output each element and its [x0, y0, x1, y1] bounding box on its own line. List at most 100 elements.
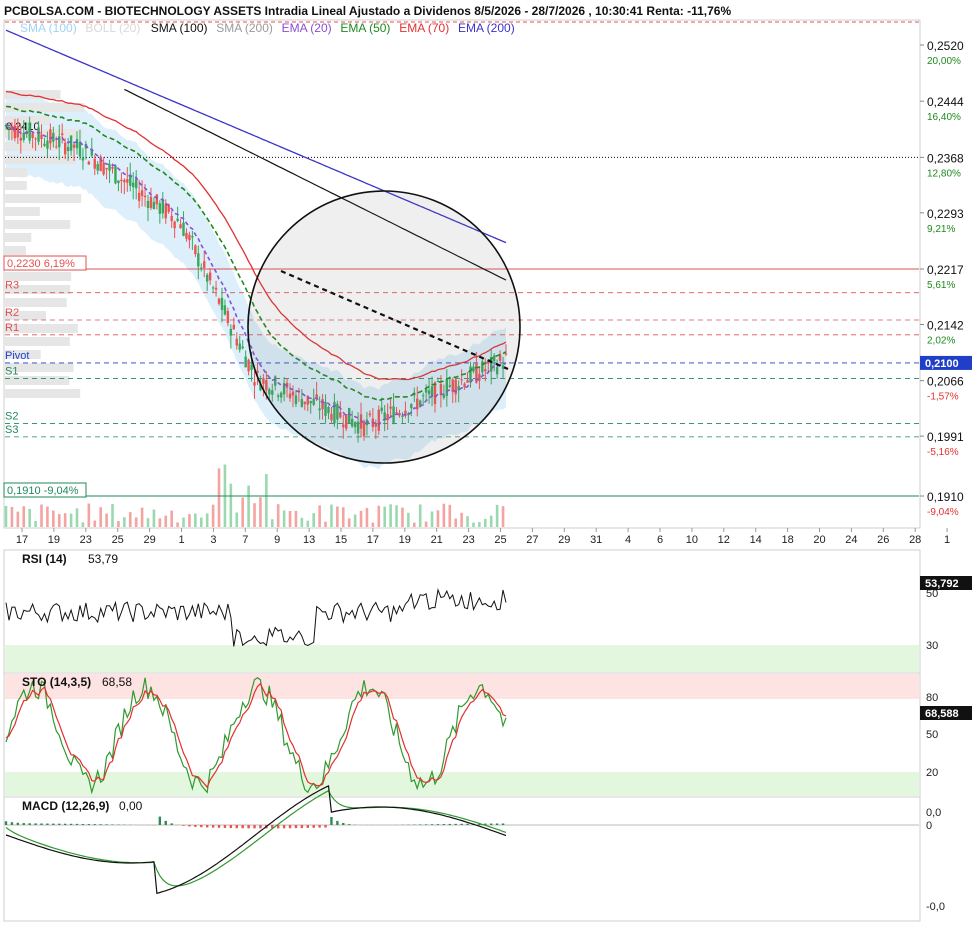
macd-tick-zero: 0 — [926, 820, 932, 832]
candle-body — [188, 234, 191, 241]
y-tick-pct: 16,40% — [927, 112, 961, 123]
macd-hist-bar — [288, 825, 292, 829]
volume-bar — [152, 509, 156, 527]
volume-bar — [34, 521, 37, 527]
candle-body — [170, 215, 173, 222]
volume-bar — [99, 507, 102, 527]
pivot-label-Pivot: Pivot — [5, 350, 29, 362]
x-tick-label: 19 — [399, 534, 411, 546]
y-tick-label: 0,2142 — [927, 318, 964, 332]
y-tick-label: 0,1991 — [927, 430, 964, 444]
macd-hist-bar — [158, 816, 162, 825]
candle-body — [87, 161, 91, 165]
chart-canvas: 0,24100,2230 6,19%0,1910 -9,04%R3R2R1Piv… — [3, 4, 972, 922]
volume-bar — [265, 474, 268, 527]
volume-bar — [306, 520, 310, 527]
legend-item-7: EMA (200) — [458, 21, 515, 35]
volume-bar — [300, 517, 304, 527]
candle-body — [149, 196, 153, 208]
macd-hist-bar — [336, 820, 339, 825]
legend-item-0: SMA (100) — [20, 21, 77, 35]
macd-hist-bar — [170, 823, 173, 825]
y-tick-pct: 9,21% — [927, 224, 955, 235]
macd-hist-bar — [442, 824, 446, 825]
legend-item-4: EMA (20) — [282, 21, 332, 35]
macd-hist-bar — [247, 825, 250, 829]
x-tick-label: 21 — [431, 534, 443, 546]
macd-hist-bar — [294, 825, 298, 829]
volume-profile-bar — [5, 389, 81, 398]
x-tick-label: 28 — [909, 534, 921, 546]
volume-bar — [63, 513, 67, 527]
macd-hist-bar — [223, 825, 227, 828]
volume-bar — [182, 517, 185, 527]
macd-hist-bar — [347, 824, 351, 825]
candle-body — [61, 133, 64, 135]
macd-hist-bar — [16, 822, 20, 825]
volume-bar — [365, 507, 369, 527]
rsi-label: RSI (14) — [22, 552, 67, 566]
candle-body — [22, 132, 25, 140]
macd-hist-bar — [46, 823, 49, 825]
macd-hist-bar — [424, 824, 428, 825]
candle-body — [185, 232, 188, 239]
last-price-label: 0,2100 — [925, 358, 959, 370]
volume-bar — [418, 504, 422, 527]
highlight-circle — [247, 190, 521, 464]
candle-body — [158, 203, 162, 214]
volume-bar — [294, 510, 298, 527]
y-tick-label: 0,2293 — [927, 207, 964, 221]
volume-bar — [353, 514, 357, 527]
candle-body — [49, 129, 52, 144]
macd-hist-bar — [34, 823, 37, 825]
candle-body — [200, 267, 203, 270]
indicator-legend: SMA (100) BOLL (20) SMA (100) SMA (200) EMA … — [20, 21, 515, 35]
volume-bar — [489, 515, 493, 527]
x-tick-label: 31 — [590, 534, 602, 546]
candle-body — [140, 190, 144, 197]
volume-bar — [276, 504, 280, 527]
volume-bar — [270, 519, 274, 527]
macd-hist-bar — [330, 816, 333, 825]
legend-item-2: SMA (100) — [151, 21, 208, 35]
candle-body — [96, 164, 99, 171]
volume-bar — [117, 521, 120, 527]
macd-hist-bar — [300, 825, 304, 829]
sto-last-value: 68,588 — [925, 708, 959, 720]
macd-hist-bar — [10, 822, 14, 825]
macd-hist-bar — [448, 823, 451, 825]
macd-hist-bar — [430, 824, 434, 825]
volume-bar — [436, 510, 440, 527]
candle-body — [58, 136, 61, 148]
macd-hist-bar — [211, 825, 215, 828]
volume-bar — [247, 485, 250, 527]
candle-body — [235, 338, 238, 346]
candle-body — [37, 127, 40, 142]
volume-bar — [40, 504, 43, 527]
macd-hist-bar — [81, 823, 85, 825]
candle-body — [102, 162, 105, 175]
volume-profile-bar — [5, 168, 27, 177]
x-tick-label: 23 — [462, 534, 474, 546]
candle-body — [93, 158, 96, 169]
volume-bar — [128, 512, 132, 527]
volume-bar — [383, 506, 386, 527]
candle-body — [220, 297, 224, 310]
volume-bar — [347, 518, 351, 527]
volume-bar — [57, 514, 61, 527]
candle-body — [173, 221, 176, 229]
macd-hist-bar — [205, 825, 209, 828]
candle-body — [120, 179, 123, 182]
candle-body — [132, 182, 135, 188]
volume-bar — [205, 513, 209, 527]
x-tick-label: 29 — [143, 534, 155, 546]
macd-hist-bar — [194, 825, 197, 827]
macd-hist-bar — [253, 825, 256, 829]
x-tick-label: 23 — [80, 534, 92, 546]
x-tick-label: 9 — [274, 534, 280, 546]
candle-body — [108, 164, 111, 171]
rsi-oversold-zone — [5, 645, 919, 672]
macd-hist-bar — [58, 823, 61, 825]
x-tick-label: 24 — [845, 534, 857, 546]
volume-bar — [158, 518, 162, 527]
